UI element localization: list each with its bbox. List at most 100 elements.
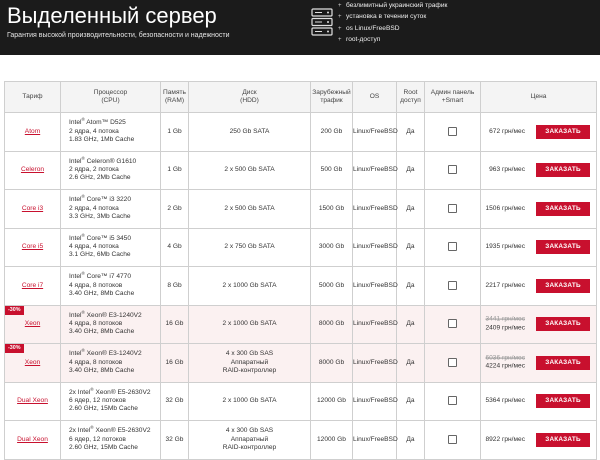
ram-cell: 1 Gb bbox=[160, 112, 189, 152]
tariff-link[interactable]: Core i3 bbox=[22, 205, 43, 212]
hdd-cell: 2 x 500 Gb SATA bbox=[188, 150, 311, 190]
tariff-cell: Core i7 bbox=[4, 266, 61, 306]
root-cell: Да bbox=[396, 304, 425, 344]
traffic-cell: 200 Gb bbox=[310, 112, 353, 152]
admin-cell bbox=[424, 112, 481, 152]
price: 2217 грн/мес bbox=[485, 281, 525, 289]
cpu-freq: 3.40 GHz, 8Mb Cache bbox=[69, 289, 135, 297]
tariff-link[interactable]: Dual Xeon bbox=[17, 397, 48, 404]
admin-cell bbox=[424, 227, 481, 267]
admin-panel-checkbox[interactable] bbox=[448, 319, 457, 329]
hdd-line: Аппаратный bbox=[230, 435, 269, 443]
table-row: Core i5 Intel® Core™ i5 3450 4 ядра, 4 п… bbox=[4, 227, 597, 267]
cpu-cores: 2 ядра, 4 потока bbox=[69, 204, 119, 212]
cpu-model: Intel® Celeron® G1610 bbox=[69, 155, 137, 165]
order-button[interactable]: ЗАКАЗАТЬ bbox=[536, 240, 590, 255]
cpu-freq: 2.6 GHz, 2Mb Cache bbox=[69, 174, 131, 182]
tariff-link[interactable]: Dual Xeon bbox=[17, 436, 48, 443]
root-cell: Да bbox=[396, 381, 425, 421]
cpu-cell: Intel® Atom™ D525 2 ядра, 4 потока 1.83 … bbox=[60, 112, 161, 152]
hdd-cell: 2 x 1000 Gb SATA bbox=[188, 381, 311, 421]
admin-panel-checkbox[interactable] bbox=[448, 126, 457, 136]
os-cell: Linux/FreeBSD bbox=[352, 343, 398, 383]
header-ram: Память (RAM) bbox=[160, 81, 189, 113]
price-cell: 1935 грн/мес ЗАКАЗАТЬ bbox=[480, 227, 597, 267]
order-button[interactable]: ЗАКАЗАТЬ bbox=[536, 355, 590, 370]
order-button[interactable]: ЗАКАЗАТЬ bbox=[536, 201, 590, 216]
tariff-cell: -30% Xeon bbox=[4, 343, 61, 383]
feature-item: + os Linux/FreeBSD bbox=[338, 24, 400, 32]
discount-badge: -30% bbox=[5, 344, 24, 353]
price-cell: 6036 грн/мес 4224 грн/мес ЗАКАЗАТЬ bbox=[480, 343, 597, 383]
admin-panel-checkbox[interactable] bbox=[448, 242, 457, 252]
hdd-line: 4 x 300 Gb SAS bbox=[225, 427, 274, 435]
admin-panel-checkbox[interactable] bbox=[448, 396, 457, 406]
tariff-link[interactable]: Core i5 bbox=[22, 243, 43, 250]
cpu-cores: 6 ядер, 12 потоков bbox=[69, 435, 126, 443]
order-button[interactable]: ЗАКАЗАТЬ bbox=[536, 278, 590, 293]
cpu-freq: 3.40 GHz, 8Mb Cache bbox=[69, 328, 135, 336]
price-cell: 2217 грн/мес ЗАКАЗАТЬ bbox=[480, 266, 597, 306]
price: 1935 грн/мес bbox=[485, 243, 525, 251]
table-row: Dual Xeon 2x Intel® Xeon® E5-2630V2 6 яд… bbox=[4, 381, 597, 421]
page-subtitle: Гарантия высокой производительности, без… bbox=[7, 32, 230, 39]
order-button[interactable]: ЗАКАЗАТЬ bbox=[536, 163, 590, 178]
price: 4224 грн/мес bbox=[485, 362, 525, 370]
os-cell: Linux/FreeBSD bbox=[352, 266, 398, 306]
order-button[interactable]: ЗАКАЗАТЬ bbox=[536, 394, 590, 409]
ram-cell: 32 Gb bbox=[160, 381, 189, 421]
plus-icon: + bbox=[338, 36, 342, 43]
root-cell: Да bbox=[396, 112, 425, 152]
cpu-cores: 4 ядра, 4 потока bbox=[69, 243, 119, 251]
table-row: Core i7 Intel® Core™ i7 4770 4 ядра, 8 п… bbox=[4, 266, 597, 306]
tariff-link[interactable]: Celeron bbox=[21, 166, 44, 173]
admin-cell bbox=[424, 420, 481, 460]
traffic-cell: 8000 Gb bbox=[310, 304, 353, 344]
hdd-cell: 250 Gb SATA bbox=[188, 112, 311, 152]
order-button[interactable]: ЗАКАЗАТЬ bbox=[536, 124, 590, 139]
header-admin: Админ панель +Smart bbox=[424, 81, 481, 113]
admin-panel-checkbox[interactable] bbox=[448, 357, 457, 367]
admin-panel-checkbox[interactable] bbox=[448, 203, 457, 213]
plus-icon: + bbox=[338, 25, 342, 32]
header-os: OS bbox=[352, 81, 397, 113]
table-row: Atom Intel® Atom™ D525 2 ядра, 4 потока … bbox=[4, 112, 597, 152]
price-cell: 1506 грн/мес ЗАКАЗАТЬ bbox=[480, 189, 597, 229]
admin-panel-checkbox[interactable] bbox=[448, 165, 457, 175]
tariff-cell: Celeron bbox=[4, 150, 61, 190]
admin-cell bbox=[424, 266, 481, 306]
discount-badge: -30% bbox=[5, 305, 24, 315]
hdd-line: Аппаратный bbox=[230, 358, 269, 366]
cpu-model: 2x Intel® Xeon® E5-2630V2 bbox=[69, 386, 151, 396]
feature-item: + безлимитный украинский трафик bbox=[338, 2, 448, 9]
admin-panel-checkbox[interactable] bbox=[448, 280, 457, 290]
cpu-model: 2x Intel® Xeon® E5-2630V2 bbox=[69, 424, 151, 435]
traffic-cell: 5000 Gb bbox=[310, 266, 353, 306]
tariff-link[interactable]: Core i7 bbox=[22, 282, 43, 289]
cpu-model: Intel® Core™ i5 3450 bbox=[69, 232, 131, 242]
order-button[interactable]: ЗАКАЗАТЬ bbox=[536, 317, 590, 332]
os-cell: Linux/FreeBSD bbox=[352, 420, 398, 460]
hdd-line: 2 x 500 Gb SATA bbox=[224, 166, 275, 174]
traffic-cell: 8000 Gb bbox=[310, 343, 353, 383]
price-cell: 5364 грн/мес ЗАКАЗАТЬ bbox=[480, 381, 597, 421]
order-button[interactable]: ЗАКАЗАТЬ bbox=[536, 432, 590, 447]
cpu-freq: 3.40 GHz, 8Mb Cache bbox=[69, 366, 135, 374]
cpu-cell: 2x Intel® Xeon® E5-2630V2 6 ядер, 12 пот… bbox=[60, 420, 161, 460]
tariff-link[interactable]: Atom bbox=[25, 128, 40, 135]
hdd-line: RAID-контроллер bbox=[222, 443, 277, 451]
tariff-cell: Core i5 bbox=[4, 227, 61, 267]
tariff-link[interactable]: Xeon bbox=[25, 359, 40, 366]
admin-panel-checkbox[interactable] bbox=[448, 434, 457, 444]
cpu-cores: 4 ядра, 8 потоков bbox=[69, 281, 123, 289]
tariff-link[interactable]: Xeon bbox=[25, 320, 40, 327]
hdd-line: 4 x 300 Gb SAS bbox=[225, 350, 274, 358]
server-icon bbox=[311, 8, 333, 36]
page-title: Выделенный сервер bbox=[7, 3, 217, 28]
feature-list: + безлимитный украинский трафик + установк… bbox=[338, 0, 447, 45]
cpu-cell: Intel® Xeon® E3-1240V2 4 ядра, 8 потоков… bbox=[60, 304, 161, 344]
cpu-cell: Intel® Core™ i3 3220 2 ядра, 4 потока 3.… bbox=[60, 189, 161, 229]
root-cell: Да bbox=[396, 150, 425, 190]
os-cell: Linux/FreeBSD bbox=[352, 381, 398, 421]
ram-cell: 16 Gb bbox=[160, 304, 189, 344]
